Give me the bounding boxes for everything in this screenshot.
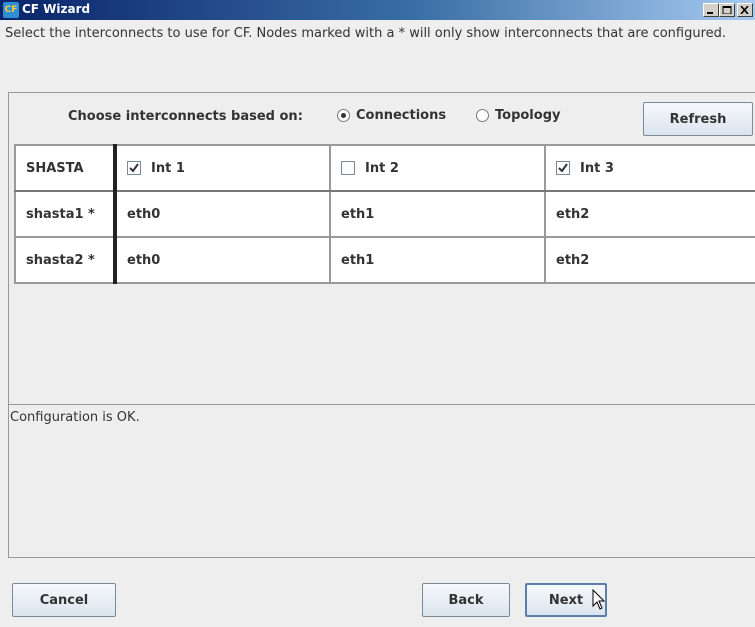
column-int3[interactable]: Int 3: [544, 144, 755, 192]
window-title: CF Wizard: [22, 2, 91, 16]
table-corner-label: SHASTA: [14, 144, 117, 192]
close-icon: [740, 6, 749, 14]
interconnect-table: SHASTA Int 1 Int 2 Int 3 shasta1 * eth0 …: [14, 144, 755, 284]
checkbox-checked-icon[interactable]: [127, 161, 141, 175]
column-label: Int 2: [365, 160, 399, 176]
checkbox-checked-icon[interactable]: [556, 161, 570, 175]
close-button[interactable]: [737, 3, 753, 17]
minimize-icon: [707, 12, 713, 14]
table-cell[interactable]: eth2: [544, 236, 755, 284]
app-icon: CF: [3, 2, 19, 18]
column-int2[interactable]: Int 2: [329, 144, 546, 192]
mouse-pointer-icon: [592, 589, 606, 610]
cancel-button[interactable]: Cancel: [12, 583, 116, 617]
minimize-button[interactable]: [703, 3, 719, 17]
refresh-button[interactable]: Refresh: [643, 102, 753, 136]
maximize-button[interactable]: [719, 3, 735, 17]
choose-label: Choose interconnects based on:: [68, 109, 303, 124]
maximize-icon: [722, 6, 732, 14]
column-label: Int 3: [580, 160, 614, 176]
row-node-label: shasta1 *: [14, 190, 117, 238]
status-text: Configuration is OK.: [10, 410, 140, 425]
radio-topology-label: Topology: [495, 108, 561, 123]
table-cell[interactable]: eth0: [114, 236, 331, 284]
radio-selected-icon: [337, 109, 350, 122]
table-cell[interactable]: eth0: [114, 190, 331, 238]
title-bar: CF CF Wizard: [0, 0, 755, 20]
radio-unselected-icon: [476, 109, 489, 122]
radio-connections[interactable]: Connections: [337, 108, 446, 123]
table-row: shasta1 * eth0 eth1 eth2: [14, 190, 755, 238]
status-area: [8, 405, 755, 558]
radio-topology[interactable]: Topology: [476, 108, 560, 123]
column-label: Int 1: [151, 160, 185, 176]
table-cell[interactable]: eth2: [544, 190, 755, 238]
table-cell[interactable]: eth1: [329, 236, 546, 284]
table-cell[interactable]: eth1: [329, 190, 546, 238]
checkbox-unchecked-icon[interactable]: [341, 161, 355, 175]
description-text: Select the interconnects to use for CF. …: [5, 26, 727, 41]
back-button[interactable]: Back: [422, 583, 510, 617]
table-row: shasta2 * eth0 eth1 eth2: [14, 236, 755, 284]
column-int1[interactable]: Int 1: [114, 144, 331, 192]
radio-connections-label: Connections: [356, 108, 447, 123]
table-header-row: SHASTA Int 1 Int 2 Int 3: [14, 144, 755, 192]
row-node-label: shasta2 *: [14, 236, 117, 284]
